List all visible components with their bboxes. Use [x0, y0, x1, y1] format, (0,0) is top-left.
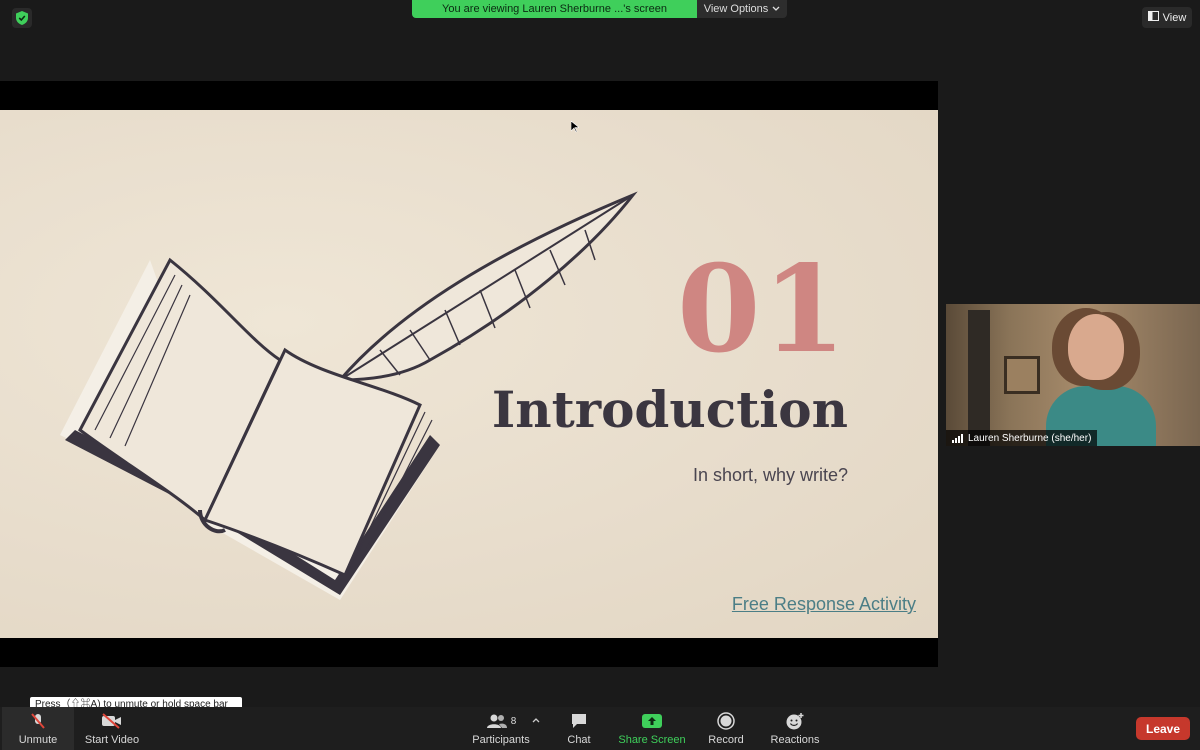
- signal-strength-icon: [952, 433, 963, 443]
- share-screen-arrow-icon: [642, 711, 662, 731]
- slide-number: 01: [677, 239, 848, 380]
- participant-name-bar: Lauren Sherburne (she/her): [946, 430, 1098, 446]
- start-video-label: Start Video: [84, 734, 140, 746]
- participant-face: [1068, 314, 1124, 380]
- participants-count: 8: [510, 715, 517, 727]
- participant-name: Lauren Sherburne (she/her): [968, 432, 1092, 444]
- unmute-button[interactable]: Unmute: [2, 707, 74, 750]
- reactions-label: Reactions: [770, 734, 820, 746]
- security-shield-icon[interactable]: [12, 8, 32, 28]
- leave-button[interactable]: Leave: [1136, 717, 1190, 740]
- microphone-muted-icon: [29, 711, 47, 731]
- participants-label: Participants: [472, 734, 530, 746]
- share-screen-button[interactable]: Share Screen: [617, 707, 687, 750]
- unmute-label: Unmute: [18, 734, 58, 746]
- chevron-down-icon: [772, 3, 780, 15]
- start-video-button[interactable]: Start Video: [80, 707, 144, 750]
- participants-chevron-up-icon[interactable]: [530, 707, 542, 750]
- chat-button[interactable]: Chat: [560, 707, 598, 750]
- screen-share-banner: You are viewing Lauren Sherburne ...'s s…: [412, 0, 787, 18]
- participants-icon: 8: [486, 711, 517, 731]
- record-button[interactable]: Record: [705, 707, 747, 750]
- view-layout-icon: [1147, 11, 1159, 24]
- view-button[interactable]: View: [1142, 7, 1192, 28]
- record-icon: [717, 711, 735, 731]
- reactions-button[interactable]: Reactions: [768, 707, 822, 750]
- participants-button[interactable]: 8 Participants: [470, 707, 532, 750]
- video-camera-off-icon: [101, 711, 123, 731]
- slide-title: Introduction: [491, 380, 848, 439]
- chat-label: Chat: [567, 734, 591, 746]
- participant-video-tile[interactable]: Lauren Sherburne (she/her): [946, 304, 1200, 446]
- smiley-plus-icon: [785, 711, 805, 731]
- chat-bubble-icon: [570, 711, 588, 731]
- view-label: View: [1162, 11, 1187, 24]
- share-screen-label: Share Screen: [618, 734, 686, 746]
- view-options-label: View Options: [703, 3, 769, 15]
- mouse-cursor-icon: [571, 121, 579, 133]
- free-response-link[interactable]: Free Response Activity: [732, 594, 916, 615]
- view-options-button[interactable]: View Options: [697, 0, 787, 18]
- shared-screen: 01 Introduction In short, why write? Fre…: [0, 81, 938, 667]
- share-notice-text: You are viewing Lauren Sherburne ...'s s…: [412, 0, 697, 18]
- meeting-toolbar: Unmute Start Video 8 Participants Chat S…: [0, 707, 1200, 750]
- presentation-slide: 01 Introduction In short, why write? Fre…: [0, 110, 938, 638]
- record-label: Record: [708, 734, 744, 746]
- slide-subtitle: In short, why write?: [692, 465, 848, 485]
